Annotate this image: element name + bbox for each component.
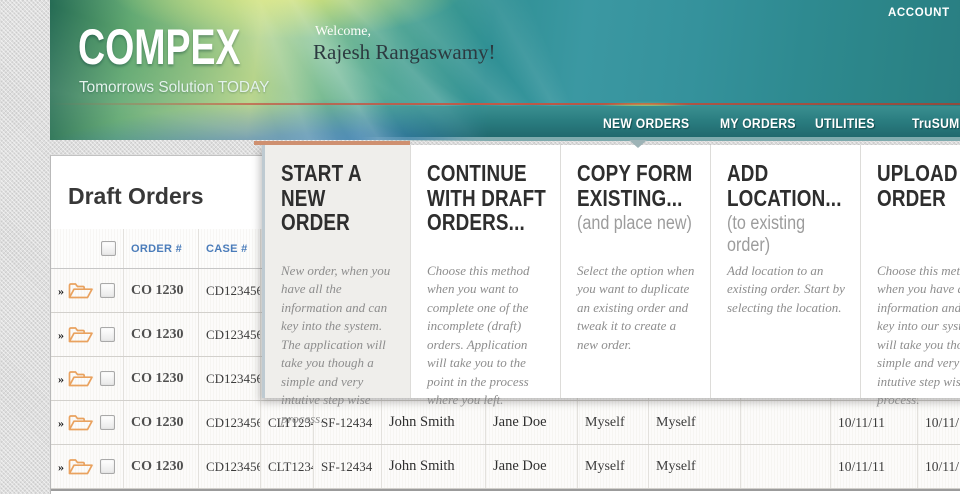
row-controls-cell: » <box>51 445 124 488</box>
row-checkbox[interactable] <box>100 283 115 298</box>
folder-open-icon[interactable] <box>67 413 94 432</box>
cell-client-code: CLT1234 <box>261 445 314 488</box>
cell-relation-2: Myself <box>649 401 741 444</box>
nav-item-utilities[interactable]: UTILITIES <box>815 116 875 131</box>
nav-item-new-orders[interactable]: NEW ORDERS <box>603 116 689 131</box>
main-nav-bottom-strip <box>360 137 960 141</box>
cell-extra <box>741 401 831 444</box>
account-label: ACCOUNT <box>888 7 950 19</box>
account-link[interactable]: ACCOUNT| <box>888 7 960 19</box>
menu-panel-title: CONTINUE WITH DRAFT ORDERS... <box>427 160 546 236</box>
cell-case-number: CD123456 <box>199 445 261 488</box>
folder-open-icon[interactable] <box>67 369 94 388</box>
cell-name-1: John Smith <box>382 445 486 488</box>
table-bottom-rule <box>51 489 960 491</box>
menu-panel-title: START A NEW ORDER <box>281 160 362 236</box>
cell-order-number: CO 1230 <box>124 445 199 488</box>
new-orders-mega-menu: START A NEW ORDER New order, when you ha… <box>254 141 960 426</box>
cell-relation-2: Myself <box>649 445 741 488</box>
row-controls-cell: » <box>51 357 124 400</box>
cell-order-number: CO 1230 <box>124 401 199 444</box>
menu-panel-description: New order, when you have all the informa… <box>281 263 391 426</box>
cell-file-code: SF-12434 <box>314 445 382 488</box>
welcome-user-name: Rajesh Rangaswamy! <box>313 40 496 64</box>
cell-case-number: CD123456 <box>199 269 261 312</box>
cell-date-1: 10/11/11 <box>831 445 918 488</box>
menu-panel-upload-order[interactable]: UPLOAD ORDER Choose this method when you… <box>860 145 960 407</box>
menu-panel-description: Choose this method when you want to comp… <box>427 263 530 408</box>
row-controls-cell: » <box>51 269 124 312</box>
cell-extra <box>741 445 831 488</box>
row-expander-icon[interactable]: » <box>58 285 64 297</box>
active-menu-caret-icon <box>629 140 647 148</box>
cell-order-number: CO 1230 <box>124 269 199 312</box>
table-row: » CO 1230 CD123456 CLT1234 SF-12434 John… <box>51 445 960 489</box>
header-select-cell <box>51 229 124 268</box>
menu-panel-add-location[interactable]: ADD LOCATION... (to existing order) Add … <box>710 145 860 398</box>
menu-panel-description: Add location to an existing order. Start… <box>727 263 845 315</box>
cell-order-number: CO 1230 <box>124 357 199 400</box>
menu-panel-copy-existing[interactable]: COPY FORM EXISTING... (and place new) Se… <box>560 145 710 398</box>
menu-panel-description: Select the option when you want to dupli… <box>577 263 695 352</box>
cell-date-2: 10/11/11 <box>925 458 960 474</box>
folder-open-icon[interactable] <box>67 325 94 344</box>
row-expander-icon[interactable]: » <box>58 329 64 341</box>
app-header: COMPEX Tomorrows Solution TODAY Welcome,… <box>50 0 960 141</box>
row-controls-cell: » <box>51 313 124 356</box>
nav-item-my-orders[interactable]: MY ORDERS <box>720 116 796 131</box>
menu-panel-subtitle: (and place new) <box>577 213 692 235</box>
cell-case-number: CD123456 <box>199 357 261 400</box>
column-header-case[interactable]: CASE # <box>199 229 261 268</box>
row-expander-icon[interactable]: » <box>58 417 64 429</box>
menu-panel-title: UPLOAD ORDER <box>877 160 958 211</box>
cell-relation-1: Myself <box>578 445 649 488</box>
row-expander-icon[interactable]: » <box>58 461 64 473</box>
welcome-greeting: Welcome, <box>315 24 372 39</box>
folder-open-icon[interactable] <box>67 281 94 300</box>
row-checkbox[interactable] <box>100 327 115 342</box>
app-logo: COMPEX <box>78 19 241 75</box>
menu-panel-start-new-order[interactable]: START A NEW ORDER New order, when you ha… <box>254 141 410 426</box>
cell-case-number: CD123456 <box>199 401 261 444</box>
cell-order-number: CO 1230 <box>124 313 199 356</box>
folder-open-icon[interactable] <box>67 457 94 476</box>
cell-name-2: Jane Doe <box>486 445 578 488</box>
menu-panel-title: ADD LOCATION... <box>727 160 842 211</box>
column-header-order[interactable]: ORDER # <box>124 229 199 268</box>
row-checkbox[interactable] <box>100 371 115 386</box>
row-expander-icon[interactable]: » <box>58 373 64 385</box>
cell-relation-1: Myself <box>578 401 649 444</box>
select-all-checkbox[interactable] <box>101 241 116 256</box>
row-checkbox[interactable] <box>100 459 115 474</box>
menu-panel-description: Choose this method when you have all inf… <box>877 263 960 408</box>
row-controls-cell: » <box>51 401 124 444</box>
nav-item-trusumm[interactable]: TruSUMM <box>912 116 960 131</box>
cell-case-number: CD123456 <box>199 313 261 356</box>
menu-panel-continue-draft[interactable]: CONTINUE WITH DRAFT ORDERS... Choose thi… <box>410 145 560 407</box>
app-tagline: Tomorrows Solution TODAY <box>79 79 270 96</box>
menu-panel-title: COPY FORM EXISTING... <box>577 160 693 211</box>
header-accent-line <box>50 103 960 105</box>
row-checkbox[interactable] <box>100 415 115 430</box>
menu-panel-subtitle: (to existing order) <box>727 213 806 257</box>
page-title: Draft Orders <box>68 183 204 209</box>
